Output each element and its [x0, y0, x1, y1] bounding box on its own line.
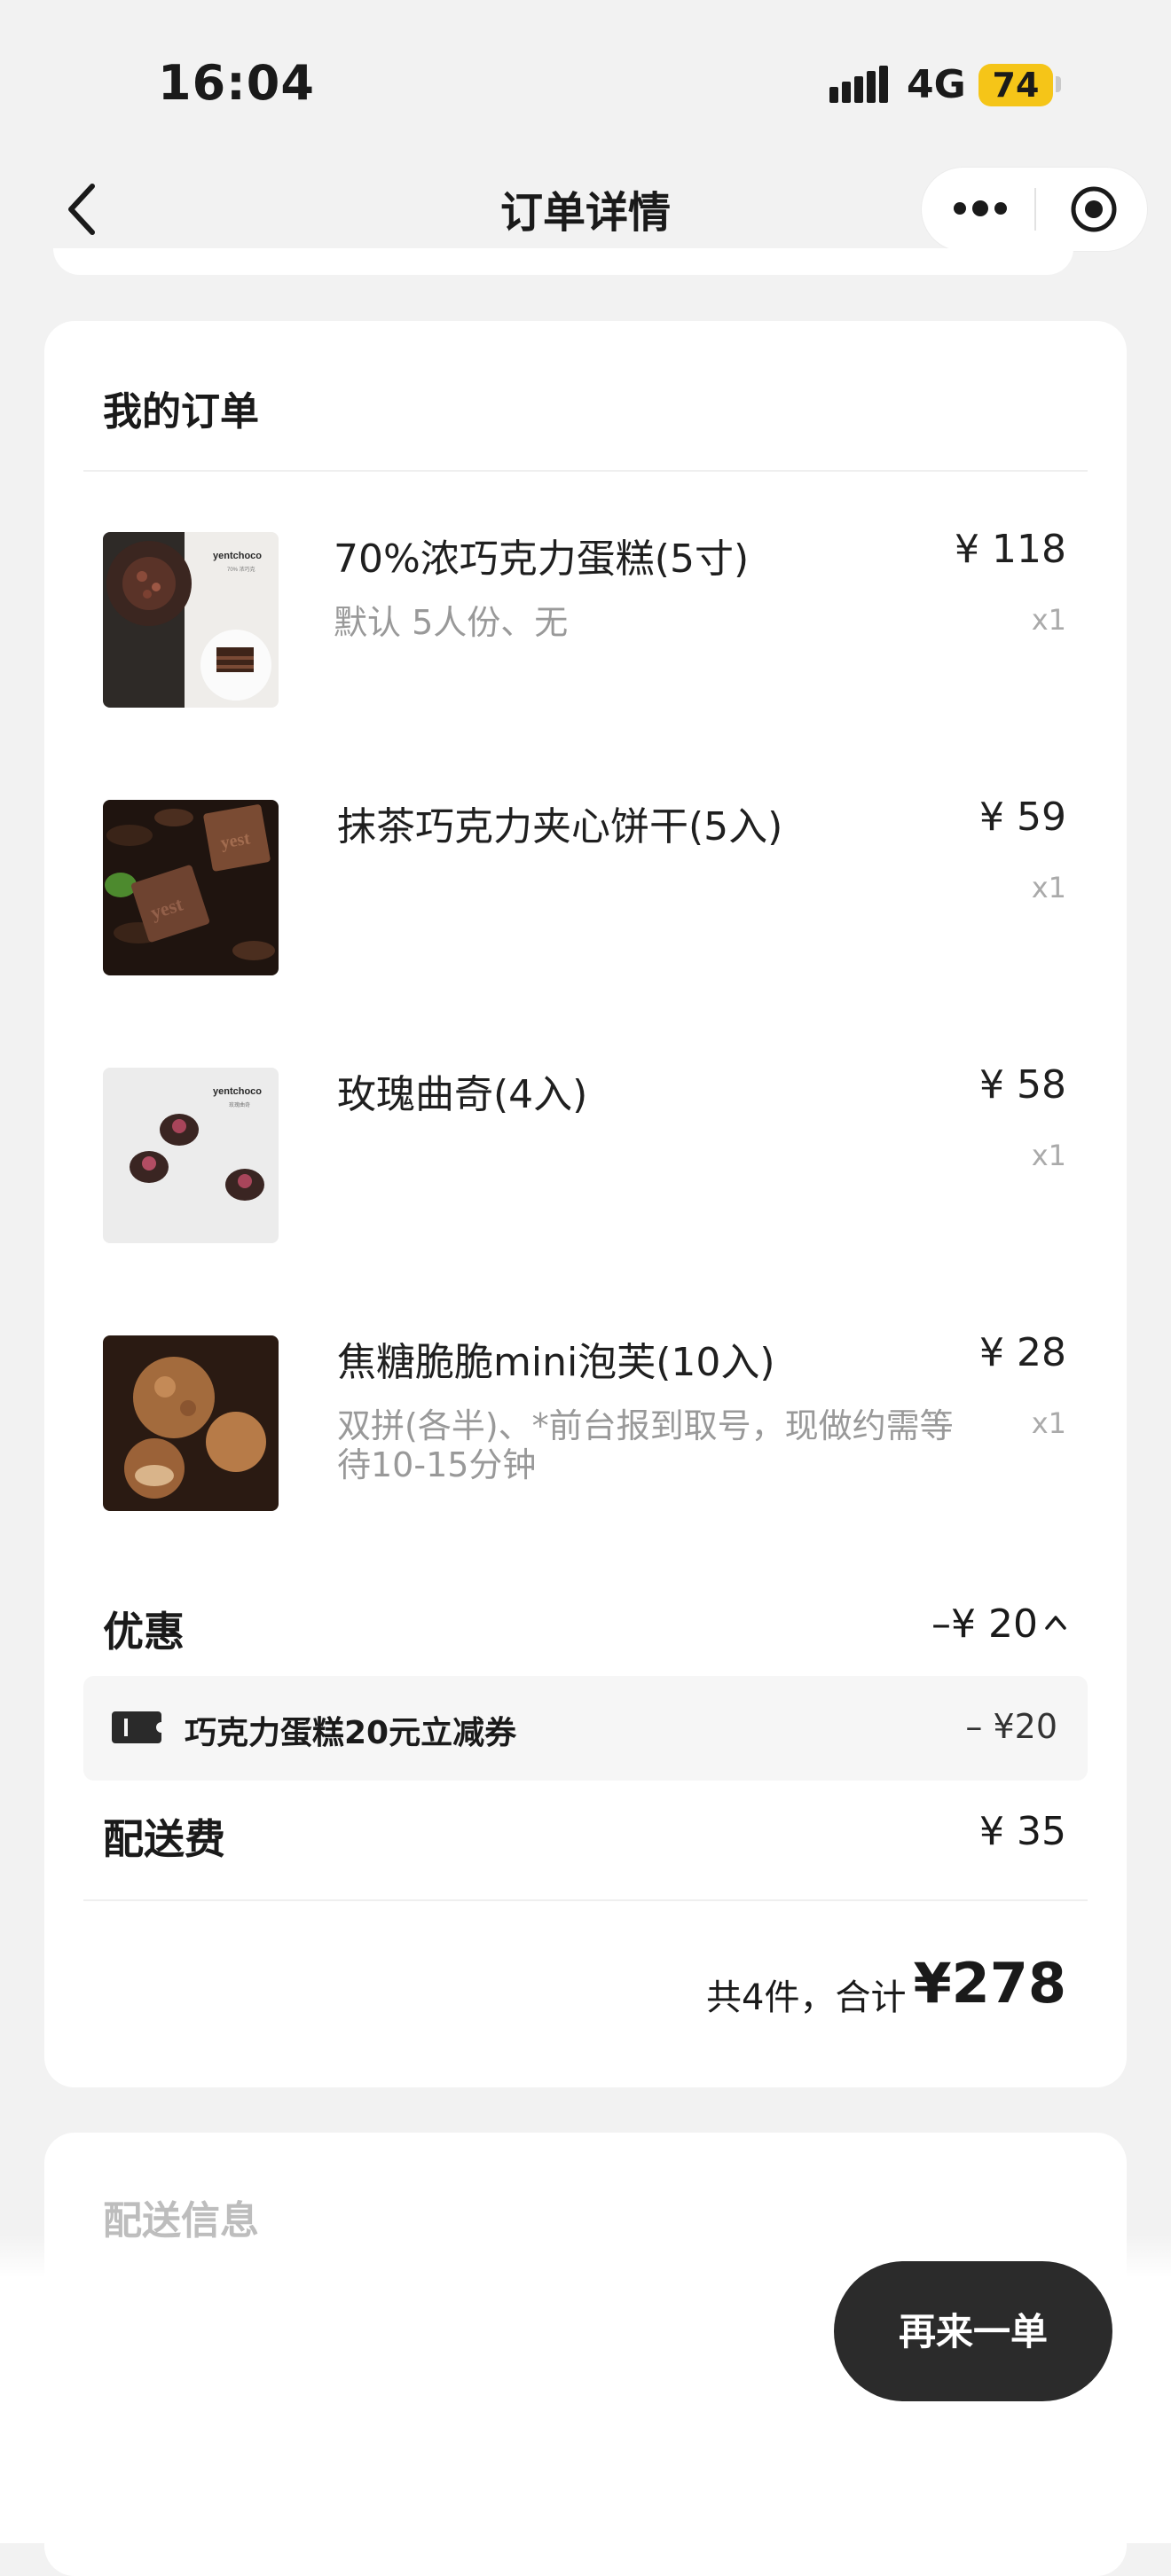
product-image-puff[interactable]	[103, 1335, 279, 1511]
product-image-rose-cookie[interactable]: yentchoco 玫瑰曲奇	[103, 1068, 279, 1243]
item-price: ¥ 118	[955, 527, 1066, 572]
chevron-up-icon[interactable]	[1043, 1612, 1068, 1632]
item-qty: x1	[1031, 871, 1066, 904]
item-spec: 双拼(各半)、*前台报到取号，现做约需等待10-15分钟	[337, 1406, 954, 1484]
total-label: 共4件，合计	[706, 1977, 907, 2018]
network-type: 4G	[907, 62, 966, 107]
delivery-fee-label: 配送费	[103, 1815, 225, 1863]
item-price: ¥ 59	[979, 795, 1066, 840]
item-spec: 默认 5人份、无	[334, 603, 569, 642]
thumb-brand-text: yentchoco	[213, 551, 262, 561]
battery-tip	[1056, 76, 1061, 92]
product-image-cake[interactable]: yentchoco 70% 浓巧克	[103, 532, 279, 708]
ticket-icon	[112, 1711, 161, 1743]
item-price: ¥ 28	[979, 1330, 1066, 1375]
order-section-title: 我的订单	[103, 389, 259, 435]
divider	[83, 470, 1088, 472]
item-name: 焦糖脆脆mini泡芙(10入)	[337, 1340, 775, 1385]
status-time: 16:04	[158, 55, 315, 111]
discount-value[interactable]: –¥ 20	[931, 1601, 1038, 1647]
thumb-sub-text: 70% 浓巧克	[227, 566, 255, 573]
capsule-divider	[1034, 188, 1036, 231]
previous-card-edge	[53, 248, 1073, 275]
item-name: 抹茶巧克力夹心饼干(5入)	[337, 804, 783, 850]
item-qty: x1	[1031, 1139, 1066, 1172]
coupon-amount: – ¥20	[965, 1707, 1057, 1746]
delivery-fee-value: ¥ 35	[979, 1809, 1066, 1854]
item-qty: x1	[1031, 603, 1066, 637]
divider	[83, 1899, 1088, 1901]
total-amount: ¥278	[913, 1951, 1066, 2016]
item-name: 70%浓巧克力蛋糕(5寸)	[334, 536, 750, 582]
reorder-button[interactable]: 再来一单	[834, 2261, 1112, 2401]
item-price: ¥ 58	[979, 1062, 1066, 1108]
close-target-icon[interactable]	[1069, 184, 1119, 234]
discount-label: 优惠	[103, 1608, 185, 1656]
battery-indicator: 74	[978, 64, 1053, 106]
item-name: 玫瑰曲奇(4入)	[337, 1072, 588, 1117]
coupon-name: 巧克力蛋糕20元立减券	[185, 1715, 517, 1751]
item-qty: x1	[1031, 1406, 1066, 1440]
more-dots-icon[interactable]	[951, 188, 1010, 229]
signal-icon	[829, 66, 888, 103]
thumb-sub-text: 玫瑰曲奇	[229, 1101, 250, 1108]
thumb-brand-text: yentchoco	[213, 1086, 262, 1097]
product-image-cookie[interactable]: yest yest	[103, 800, 279, 975]
